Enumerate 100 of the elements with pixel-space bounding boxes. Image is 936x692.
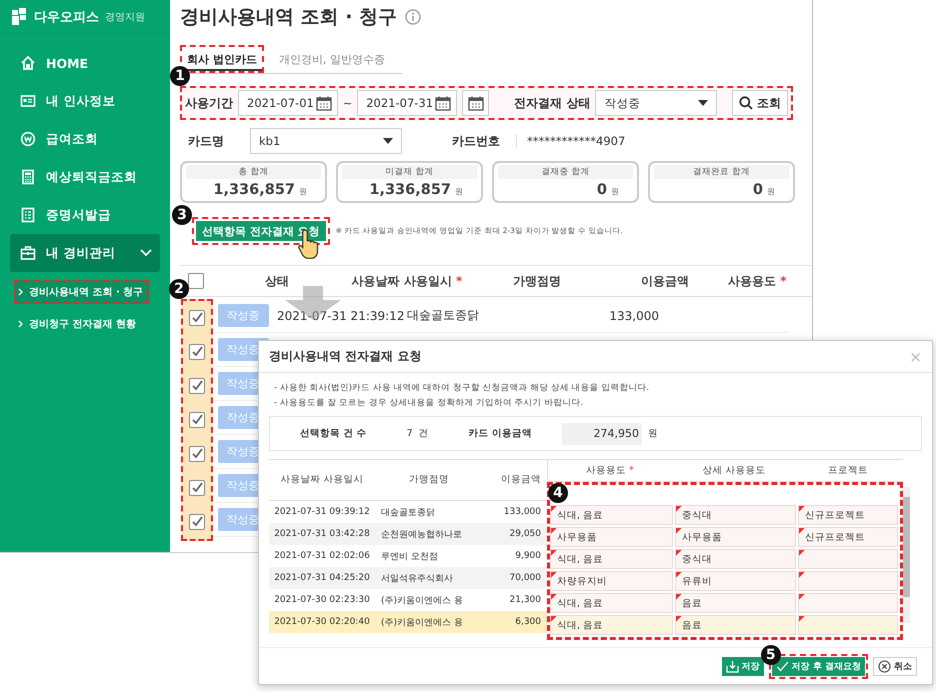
- calendar-icon: [468, 96, 484, 110]
- info-icon[interactable]: [405, 9, 422, 25]
- table-row[interactable]: 2021-07-30 02:20:40 (주)키움이엔에스 용 6,300: [269, 611, 547, 633]
- table-row[interactable]: 2021-07-31 02:02:06 루엔비 오천점 9,900: [269, 545, 547, 567]
- calculator-icon: [20, 169, 36, 185]
- column-header: 이용금액: [500, 473, 542, 487]
- sidebar-item[interactable]: 내 경비관리: [10, 234, 160, 272]
- input-field[interactable]: 신규프로젝트: [798, 505, 898, 525]
- count-value: 7: [406, 428, 413, 439]
- amount-label: 카드 이용금액: [468, 427, 532, 440]
- input-field[interactable]: 식대, 음료: [550, 593, 673, 613]
- total-amount: 0: [596, 182, 607, 198]
- input-field[interactable]: 중식대: [675, 505, 796, 525]
- instruction-text: - 사용한 회사(법인)카드 사용 내역에 대하여 청구할 신청금액과 해당 상세 내용을 입력합니다.: [274, 382, 650, 395]
- chevron-icon: [18, 288, 24, 296]
- step-number: 3: [172, 205, 192, 225]
- table-cell-text: 70,000: [508, 573, 542, 583]
- total-amount: 1,336,857: [213, 182, 295, 198]
- step-number: 2: [169, 279, 189, 299]
- input-field[interactable]: [798, 571, 898, 591]
- input-field[interactable]: 식대, 음료: [550, 549, 673, 569]
- dialog-title: 경비사용내역 전자결재 요청: [269, 348, 422, 365]
- table-cell-text: 21,300: [508, 595, 542, 605]
- table-cell-text: 6,300: [514, 617, 542, 627]
- input-field[interactable]: [798, 615, 898, 635]
- table-cell-text: 서일석유주식회사: [380, 572, 454, 584]
- calendar-button[interactable]: [462, 90, 490, 116]
- input-field[interactable]: 차량유지비: [550, 571, 673, 591]
- table-cell-text: (주)키움이엔에스 용: [380, 594, 464, 606]
- table-row[interactable]: 2021-07-31 09:39:12 대숲골토종닭 133,000: [269, 501, 547, 523]
- document-icon: [20, 207, 36, 223]
- card-name-label: 카드명: [188, 132, 224, 150]
- coin-icon: [20, 131, 36, 147]
- total-label: 결재완료 합계: [654, 165, 789, 179]
- select-all-checkbox[interactable]: [188, 273, 204, 289]
- scrollbar[interactable]: [903, 487, 910, 623]
- input-field[interactable]: 신규프로젝트: [798, 527, 898, 547]
- calendar-icon[interactable]: [316, 96, 332, 110]
- table-row[interactable]: 2021-07-31 03:42:28 순천원예농협하나로 29,050: [269, 523, 547, 545]
- table-cell-text: 루엔비 오천점: [380, 550, 439, 562]
- input-field[interactable]: 유류비: [675, 571, 796, 591]
- column-header: 상태: [264, 272, 290, 290]
- tab[interactable]: 개인경비, 일반영수증: [272, 45, 392, 73]
- caret-icon: [698, 100, 708, 106]
- date-field[interactable]: 2021-07-01: [238, 90, 338, 116]
- checkbox[interactable]: [189, 344, 205, 360]
- total-amount: 1,336,857: [369, 182, 451, 198]
- id-card-icon: [20, 93, 36, 109]
- checkbox[interactable]: [189, 310, 205, 326]
- table-cell-text: (주)키움이엔에스 용: [380, 616, 464, 628]
- chevron-icon: [140, 249, 152, 257]
- range-separator: ~: [343, 96, 352, 110]
- input-field[interactable]: [798, 593, 898, 613]
- page-title: 경비사용내역 조회 · 청구: [180, 5, 398, 30]
- table-cell-text: 2021-07-31 02:02:06: [273, 551, 371, 561]
- count-label: 선택항목 건 수: [300, 427, 367, 440]
- status-dropdown[interactable]: 작성중: [595, 90, 718, 116]
- currency-unit: 원: [767, 186, 775, 197]
- table-cell-text: 대숲골토종닭: [380, 506, 436, 518]
- input-field[interactable]: [798, 549, 898, 569]
- table-row[interactable]: 2021-07-31 04:25:20 서일석유주식회사 70,000: [269, 567, 547, 589]
- home-icon: [20, 55, 36, 71]
- caret-icon: [383, 138, 393, 144]
- checkbox[interactable]: [189, 446, 205, 462]
- column-header: 이용금액: [640, 272, 690, 290]
- total-label: 총 합계: [186, 165, 321, 179]
- chevron-icon: [18, 320, 24, 328]
- input-field[interactable]: 사무용품: [550, 527, 673, 547]
- input-field[interactable]: 음료: [675, 593, 796, 613]
- checkbox[interactable]: [189, 480, 205, 496]
- input-field[interactable]: 사무용품: [675, 527, 796, 547]
- currency-unit: 원: [299, 186, 307, 197]
- calendar-icon[interactable]: [435, 96, 452, 110]
- card-number-label: 카드번호: [452, 132, 500, 150]
- download-icon: [726, 660, 739, 672]
- table-cell-text: 2021-07-30 02:23:30: [273, 595, 371, 605]
- column-header: 프로젝트: [827, 464, 869, 478]
- period-label: 사용기간: [185, 94, 233, 112]
- input-field[interactable]: 중식대: [675, 549, 796, 569]
- check-icon: [776, 660, 789, 672]
- card-number: ************4907: [516, 134, 626, 148]
- card-dropdown[interactable]: kb1: [250, 128, 402, 154]
- date-field[interactable]: 2021-07-31: [357, 90, 458, 116]
- table-row[interactable]: 2021-07-30 02:23:30 (주)키움이엔에스 용 21,300: [269, 589, 547, 611]
- search-button[interactable]: 조회: [732, 90, 788, 116]
- checkbox[interactable]: [189, 412, 205, 428]
- sidebar-subitem[interactable]: 경비사용내역 조회 · 청구: [14, 280, 150, 304]
- checkbox[interactable]: [189, 378, 205, 394]
- table-cell-text: 2021-07-30 02:20:40: [273, 617, 371, 627]
- checkbox[interactable]: [189, 514, 205, 530]
- table-cell: 대숲골토종닭: [407, 308, 479, 322]
- input-field[interactable]: 음료: [675, 615, 796, 635]
- step-number: 4: [548, 483, 568, 503]
- briefcase-icon: [20, 245, 36, 261]
- input-field[interactable]: 식대, 음료: [550, 505, 673, 525]
- column-header: 가맹점명: [408, 473, 450, 487]
- input-field[interactable]: 식대, 음료: [550, 615, 673, 635]
- count-unit: 건: [418, 427, 429, 440]
- column-header: 상세 사용용도: [701, 464, 767, 478]
- status-label: 전자결재 상태: [514, 94, 590, 112]
